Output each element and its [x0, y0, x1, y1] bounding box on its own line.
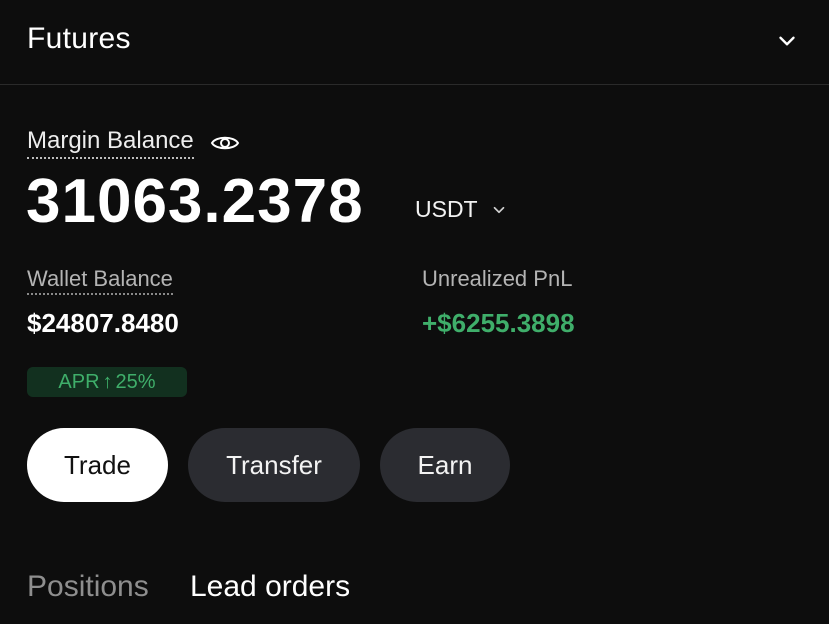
- margin-balance-label[interactable]: Margin Balance: [27, 127, 194, 159]
- tab-lead-orders[interactable]: Lead orders: [190, 570, 350, 604]
- wallet-balance-label[interactable]: Wallet Balance: [27, 266, 173, 295]
- eye-icon[interactable]: [210, 132, 240, 154]
- tab-positions[interactable]: Positions: [27, 570, 149, 604]
- trade-button[interactable]: Trade: [27, 428, 168, 502]
- apr-badge: APR ↑ 25%: [27, 367, 187, 397]
- currency-label: USDT: [415, 196, 478, 222]
- transfer-button[interactable]: Transfer: [188, 428, 360, 502]
- unrealized-pnl-value: +$6255.3898: [422, 308, 575, 338]
- currency-selector[interactable]: USDT: [415, 196, 508, 223]
- margin-balance-value: 31063.2378: [26, 167, 364, 236]
- apr-label: APR: [58, 370, 100, 393]
- arrow-up-icon: ↑: [102, 370, 113, 393]
- futures-screen: Futures Margin Balance 31063.2378 USDT W…: [0, 0, 829, 624]
- margin-balance-label-row: Margin Balance: [27, 126, 240, 160]
- apr-value: 25%: [115, 370, 156, 393]
- earn-button[interactable]: Earn: [380, 428, 510, 502]
- header: Futures: [0, 0, 829, 85]
- chevron-down-icon[interactable]: [774, 28, 800, 54]
- chevron-down-icon: [493, 206, 504, 213]
- page-title: Futures: [27, 22, 131, 55]
- wallet-balance-value: $24807.8480: [27, 308, 179, 338]
- unrealized-pnl-label: Unrealized PnL: [422, 266, 573, 291]
